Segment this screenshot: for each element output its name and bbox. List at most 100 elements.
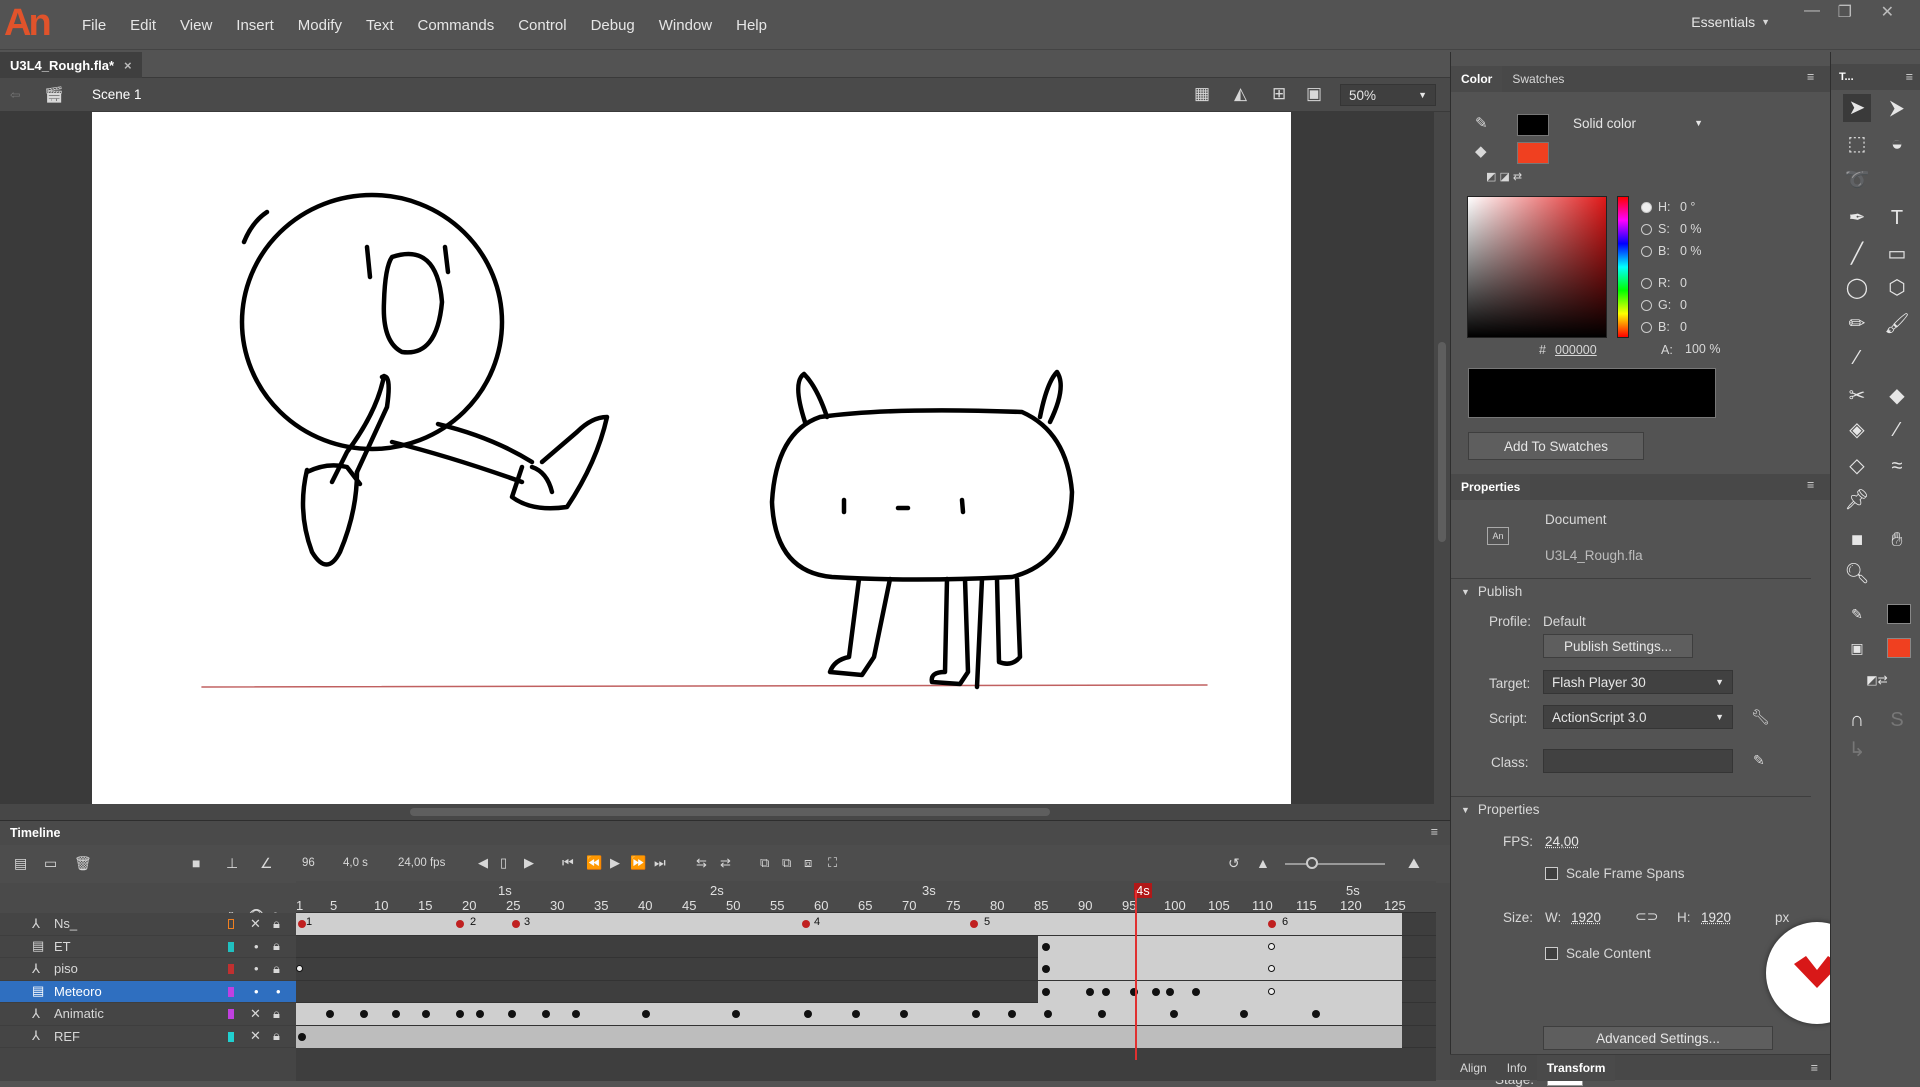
radio-g[interactable] [1641, 299, 1652, 311]
paint-bucket-icon[interactable]: ◆ [1475, 142, 1487, 160]
close-icon[interactable]: ✕ [1881, 2, 1894, 22]
onion-outline-icon[interactable]: ⧉ [760, 855, 769, 871]
keyframe[interactable] [1098, 1010, 1106, 1018]
keyframe[interactable] [1042, 942, 1050, 951]
edit-scene-icon[interactable]: ▦ [1194, 84, 1210, 104]
menu-file[interactable]: File [70, 17, 118, 34]
current-frame[interactable]: 96 [302, 857, 315, 869]
layer-row[interactable]: ⅄ Ns_ ✕ 🔒︎ [0, 913, 296, 936]
pen-tool-icon[interactable]: ✒ [1843, 204, 1871, 232]
edit-symbols-icon[interactable]: ◭ [1234, 84, 1247, 104]
tab-properties[interactable]: Properties [1451, 474, 1531, 500]
prev-keyframe-icon[interactable]: ◀ [478, 855, 488, 871]
frame-row[interactable] [296, 1025, 1436, 1048]
layer-color-swatch[interactable] [228, 1009, 234, 1019]
frame-row[interactable]: 1 2 3 4 5 6 [296, 913, 1436, 936]
fill-type-select[interactable]: Solid color ▼ [1565, 112, 1711, 134]
layer-color-swatch[interactable] [228, 986, 234, 997]
fps-value[interactable]: 24,00 [1545, 834, 1579, 849]
keyframe[interactable] [802, 920, 810, 928]
h-value[interactable]: 0 ° [1680, 200, 1695, 214]
lock-icon[interactable]: 🔒︎ [273, 916, 280, 932]
insert-keyframe-icon[interactable]: ▯ [500, 855, 507, 871]
publish-section-header[interactable]: ▼ Publish [1451, 578, 1811, 604]
tab-info[interactable]: Info [1497, 1055, 1537, 1081]
hue-slider[interactable] [1617, 196, 1629, 338]
oval-tool-icon[interactable]: ◯ [1843, 274, 1871, 302]
stroke-pencil-icon[interactable]: ✎ [1843, 600, 1871, 628]
line-tool-icon[interactable]: ╱ [1843, 240, 1871, 268]
doc-tab[interactable]: U3L4_Rough.fla* × [0, 52, 142, 78]
pin-tool-icon[interactable]: 📌︎ [1843, 486, 1871, 514]
layer-row-selected[interactable]: ▤ Meteoro • • [0, 980, 296, 1003]
frame-row[interactable] [296, 958, 1436, 981]
color-picker-area[interactable] [1467, 196, 1607, 338]
layer-color-swatch[interactable] [228, 941, 234, 952]
hidden-x-icon[interactable]: ✕ [250, 916, 261, 932]
scale-spans-checkbox[interactable]: Scale Frame Spans [1545, 866, 1685, 881]
camera-tool-icon[interactable]: ■ [1843, 526, 1871, 554]
frame-row[interactable] [296, 1003, 1436, 1026]
swap-colors-icon[interactable]: ◩ ◪ ⇄ [1486, 170, 1522, 183]
wrench-icon[interactable]: 🔧︎ [1751, 708, 1770, 726]
keyframe[interactable] [1268, 920, 1276, 928]
alpha-value[interactable]: 100 % [1685, 342, 1720, 356]
tab-transform[interactable]: Transform [1536, 1054, 1616, 1081]
parent-view-icon[interactable]: ⊥ [226, 855, 238, 872]
zoom-tool-icon[interactable]: 🔍︎ [1843, 560, 1871, 588]
eyedropper-icon[interactable]: ⁄ [1883, 416, 1911, 444]
class-input[interactable] [1543, 749, 1733, 773]
keyframe[interactable] [1240, 1010, 1248, 1018]
selection-tool-icon[interactable]: ➤ [1843, 94, 1871, 122]
keyframe[interactable] [852, 1010, 860, 1018]
keyframe[interactable] [642, 1010, 650, 1018]
lock-icon[interactable]: 🔒︎ [273, 961, 280, 977]
3d-rotation-icon[interactable]: ◒ [1883, 130, 1911, 158]
pencil-edit-icon[interactable]: ✎ [1753, 752, 1765, 769]
panel-menu-icon[interactable]: ≡ [1431, 825, 1438, 839]
bone-tool-icon[interactable]: ✂ [1843, 382, 1871, 410]
panel-menu-icon[interactable]: ≡ [1807, 70, 1814, 84]
keyframe[interactable] [1166, 987, 1174, 996]
width-value[interactable]: 1920 [1571, 910, 1601, 925]
panel-menu-icon[interactable]: ≡ [1811, 1061, 1818, 1075]
g-value[interactable]: 0 [1680, 298, 1687, 312]
keyframe-end[interactable] [1268, 987, 1275, 995]
workspace-switcher[interactable]: Essentials ▼ [1691, 14, 1770, 30]
zoom-in-frames-icon[interactable]: ⛰ [1408, 855, 1420, 872]
onion-skin-icon[interactable]: ⇄ [720, 855, 731, 871]
width-tool-icon[interactable]: ≈ [1883, 452, 1911, 480]
height-value[interactable]: 1920 [1701, 910, 1731, 925]
snap-grid-icon[interactable]: ⊞ [1272, 84, 1286, 104]
keyframe[interactable] [1312, 1010, 1320, 1018]
frame-zoom-thumb[interactable] [1306, 857, 1318, 869]
checkbox-box[interactable] [1545, 947, 1558, 960]
radio-h[interactable] [1641, 201, 1652, 213]
keyframe[interactable] [1102, 987, 1110, 996]
camera-icon[interactable]: ■ [192, 855, 200, 871]
keyframe[interactable] [1042, 965, 1050, 973]
blank-keyframe[interactable] [296, 965, 303, 972]
unlocked-dot-icon[interactable]: • [276, 984, 281, 999]
edit-multiple-icon[interactable]: ⧉ [782, 855, 791, 871]
keyframe[interactable] [970, 920, 978, 928]
layer-row[interactable]: ⅄ Animatic ✕ 🔒︎ [0, 1003, 296, 1026]
paint-brush-icon[interactable]: 🖌︎ [1883, 310, 1911, 338]
lock-icon[interactable]: 🔒︎ [273, 1006, 280, 1022]
keyframe[interactable] [360, 1010, 368, 1018]
trash-icon[interactable]: 🗑︎ [74, 855, 92, 872]
lock-icon[interactable]: 🔒︎ [273, 938, 280, 954]
fill-color-swatch[interactable] [1517, 142, 1549, 164]
keyframe-end[interactable] [1268, 965, 1275, 972]
straighten-icon[interactable]: ↳ [1843, 736, 1871, 764]
radio-b[interactable] [1641, 245, 1652, 257]
panel-menu-icon[interactable]: ≡ [1807, 478, 1814, 492]
ink-bottle-icon[interactable]: ◈ [1843, 416, 1871, 444]
fill-tool-icon[interactable]: ▣ [1843, 634, 1871, 662]
target-select[interactable]: Flash Player 30 ▼ [1543, 670, 1733, 694]
graph-icon[interactable]: ∠ [260, 855, 273, 872]
layer-row[interactable]: ⅄ piso • 🔒︎ [0, 958, 296, 981]
keyframe[interactable] [512, 920, 520, 928]
eraser-icon[interactable]: ◇ [1843, 452, 1871, 480]
layer-row[interactable]: ⅄ REF ✕ 🔒︎ [0, 1026, 296, 1048]
